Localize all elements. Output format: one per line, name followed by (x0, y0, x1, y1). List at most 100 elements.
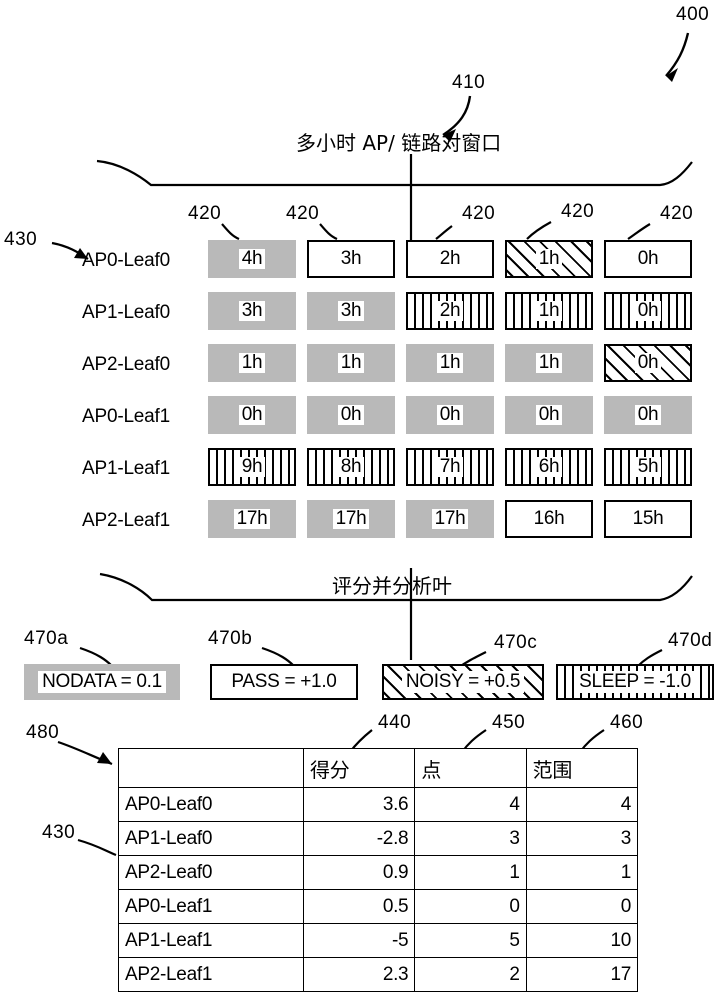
ref-470a: 470a (24, 628, 69, 649)
grid-cell-value: 16h (530, 509, 568, 529)
results-header-points: 点 (414, 748, 527, 788)
ref-420-c4: 420 (561, 201, 595, 222)
grid-row-label-ap0-leaf0: AP0-Leaf0 (82, 250, 170, 271)
results-row-name: AP2-Leaf1 (118, 957, 304, 992)
results-header-range: 范围 (525, 748, 639, 788)
grid-cell-value: 0h (238, 405, 266, 425)
grid-cell-value: 7h (436, 457, 464, 477)
ref-410: 410 (452, 72, 486, 93)
ref-400: 400 (676, 4, 710, 25)
results-row-score: 3.6 (302, 787, 416, 822)
ref-470b: 470b (208, 628, 253, 649)
grid-row-label-ap2-leaf1: AP2-Leaf1 (82, 510, 170, 531)
results-table: 得分 点 范围 AP0-Leaf0 3.6 4 4 AP1-Leaf0 -2.8 3 3 AP2… (118, 748, 639, 992)
legend-noisy-label: NOISY = +0.5 (401, 671, 525, 693)
ref-430-top: 430 (4, 229, 38, 250)
grid-cell-value: 15h (629, 509, 667, 529)
grid-cell-value: 0h (634, 353, 662, 373)
grid-cell-value: 1h (535, 301, 563, 321)
grid-row-label-ap2-leaf0: AP2-Leaf0 (82, 354, 170, 375)
grid-cell-value: 2h (436, 301, 464, 321)
grid-cell: 0h (406, 396, 494, 434)
top-section-title: 多小时 AP/ 链路对窗口 (296, 131, 502, 155)
results-row-name: AP1-Leaf1 (118, 923, 304, 958)
ref-420-c5: 420 (660, 203, 694, 224)
grid-cell: 4h (208, 240, 296, 278)
results-row-range: 1 (525, 855, 639, 890)
grid-cell-value: 3h (337, 249, 365, 269)
grid-cell: 1h (505, 292, 593, 330)
results-row-points: 1 (414, 855, 527, 890)
results-row-score: 0.5 (302, 889, 416, 924)
grid-cell-value: 17h (332, 509, 370, 529)
grid-cell-value: 17h (431, 509, 469, 529)
grid-cell-value: 0h (634, 301, 662, 321)
grid-cell: 7h (406, 448, 494, 486)
results-row-points: 0 (414, 889, 527, 924)
grid-cell-value: 0h (634, 249, 662, 269)
results-row-points: 4 (414, 787, 527, 822)
grid-cell-value: 8h (337, 457, 365, 477)
grid-cell: 17h (307, 500, 395, 538)
legend-sleep: SLEEP = -1.0 (556, 664, 714, 700)
ref-480: 480 (26, 722, 60, 743)
results-row-name: AP0-Leaf1 (118, 889, 304, 924)
table-row: AP2-Leaf0 0.9 1 1 (118, 855, 639, 890)
ref-420-c3: 420 (462, 203, 496, 224)
grid-cell: 2h (406, 240, 494, 278)
table-row: AP0-Leaf1 0.5 0 0 (118, 889, 639, 924)
grid-cell: 1h (505, 344, 593, 382)
grid-cell-value: 6h (535, 457, 563, 477)
grid-cell: 9h (208, 448, 296, 486)
ref-420-c1: 420 (188, 203, 222, 224)
grid-cell-value: 17h (233, 509, 271, 529)
grid-cell-value: 3h (337, 301, 365, 321)
grid-cell: 0h (604, 344, 692, 382)
results-row-score: -2.8 (302, 821, 416, 856)
grid-cell: 3h (208, 292, 296, 330)
grid-cell-value: 0h (337, 405, 365, 425)
grid-cell-value: 0h (634, 405, 662, 425)
grid-cell-value: 5h (634, 457, 662, 477)
results-row-points: 5 (414, 923, 527, 958)
grid-cell-value: 1h (535, 249, 563, 269)
grid-cell-value: 3h (238, 301, 266, 321)
legend-nodata-label: NODATA = 0.1 (38, 671, 166, 693)
grid-cell-value: 0h (535, 405, 563, 425)
results-row-points: 2 (414, 957, 527, 992)
results-header-score: 得分 (302, 748, 416, 788)
grid-cell: 1h (208, 344, 296, 382)
grid-cell: 1h (505, 240, 593, 278)
grid-cell: 1h (307, 344, 395, 382)
grid-cell-value: 2h (436, 249, 464, 269)
results-row-name: AP1-Leaf0 (118, 821, 304, 856)
grid-cell-value: 1h (337, 353, 365, 373)
results-table-header-row: 得分 点 范围 (118, 748, 639, 788)
grid-row-label-ap1-leaf0: AP1-Leaf0 (82, 302, 170, 323)
grid-cell: 6h (505, 448, 593, 486)
results-row-score: -5 (302, 923, 416, 958)
ref-440: 440 (378, 712, 412, 733)
results-row-name: AP0-Leaf0 (118, 787, 304, 822)
legend-pass-label: PASS = +1.0 (227, 671, 341, 693)
ref-470c: 470c (494, 632, 538, 653)
results-row-range: 10 (525, 923, 639, 958)
grid-cell: 0h (604, 240, 692, 278)
results-row-range: 0 (525, 889, 639, 924)
results-row-name: AP2-Leaf0 (118, 855, 304, 890)
ref-420-c2: 420 (286, 203, 320, 224)
results-header-blank (118, 748, 304, 788)
grid-cell-value: 1h (535, 353, 563, 373)
table-row: AP0-Leaf0 3.6 4 4 (118, 787, 639, 822)
results-row-points: 3 (414, 821, 527, 856)
middle-section-title: 评分并分析叶 (332, 574, 452, 598)
grid-cell-value: 1h (238, 353, 266, 373)
grid-cell: 17h (406, 500, 494, 538)
ref-460: 460 (610, 712, 644, 733)
grid-cell-value: 9h (238, 457, 266, 477)
grid-cell-value: 0h (436, 405, 464, 425)
grid-cell: 5h (604, 448, 692, 486)
grid-cell: 1h (406, 344, 494, 382)
legend-sleep-label: SLEEP = -1.0 (575, 671, 695, 693)
ref-450: 450 (492, 712, 526, 733)
